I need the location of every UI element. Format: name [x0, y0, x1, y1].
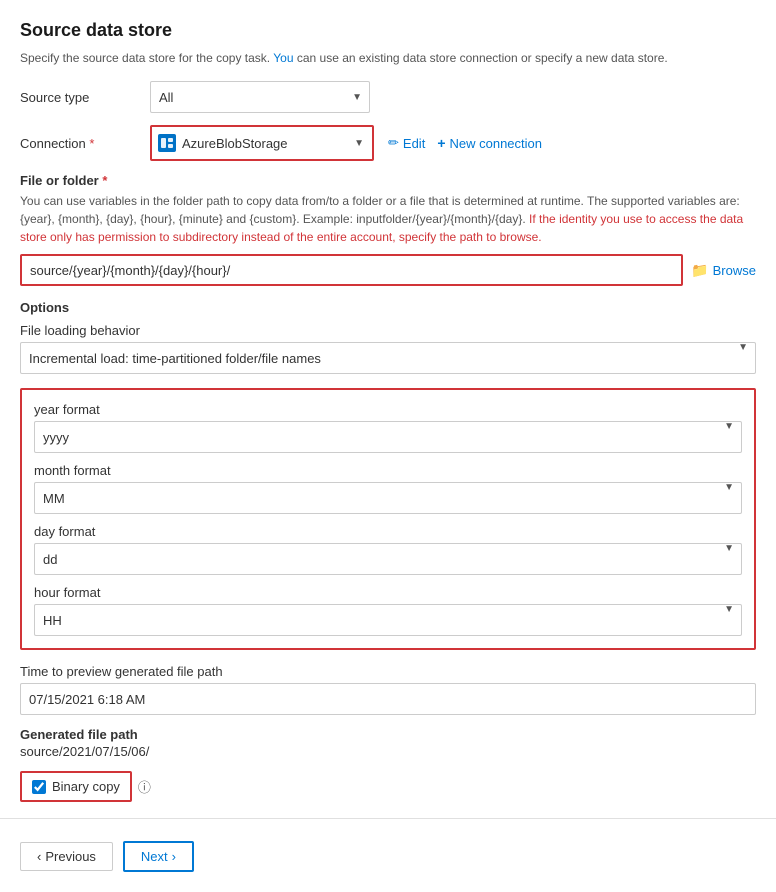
month-format-item: month format MM ▼ [34, 463, 742, 514]
options-label: Options [20, 300, 756, 315]
connection-label: Connection * [20, 136, 150, 151]
info-icon[interactable]: ⓘ [138, 777, 151, 796]
page-title: Source data store [20, 20, 756, 41]
file-folder-description: You can use variables in the folder path… [20, 192, 756, 246]
hour-format-select[interactable]: HH [34, 604, 742, 636]
browse-button[interactable]: 📁 Browse [691, 262, 756, 279]
month-format-select-wrapper: MM ▼ [34, 482, 742, 514]
day-format-select-wrapper: dd ▼ [34, 543, 742, 575]
connection-controls: AzureBlobStorage ▼ ✏ Edit + New connecti… [150, 125, 542, 161]
binary-copy-row: Binary copy ⓘ [20, 771, 756, 802]
format-group: year format yyyy ▼ month format MM ▼ day… [20, 388, 756, 650]
generated-path-section: Generated file path source/2021/07/15/06… [20, 727, 756, 759]
file-loading-select-wrapper: Incremental load: time-partitioned folde… [20, 342, 756, 374]
previous-button[interactable]: ‹ Previous [20, 842, 113, 871]
hour-format-select-wrapper: HH ▼ [34, 604, 742, 636]
connection-select-wrapper: AzureBlobStorage ▼ [150, 125, 374, 161]
folder-icon: 📁 [691, 262, 708, 279]
time-preview-input[interactable] [20, 683, 756, 715]
connection-actions: ✏ Edit + New connection [388, 135, 542, 151]
description-link[interactable]: You [273, 51, 293, 65]
day-format-item: day format dd ▼ [34, 524, 742, 575]
year-format-item: year format yyyy ▼ [34, 402, 742, 453]
time-preview-label: Time to preview generated file path [20, 664, 756, 679]
file-loading-label: File loading behavior [20, 323, 756, 338]
file-loading-select[interactable]: Incremental load: time-partitioned folde… [20, 342, 756, 374]
source-type-select[interactable]: All [150, 81, 370, 113]
edit-pencil-icon: ✏ [388, 135, 399, 151]
hour-format-item: hour format HH ▼ [34, 585, 742, 636]
options-section: Options File loading behavior Incrementa… [20, 300, 756, 374]
generated-path-value: source/2021/07/15/06/ [20, 744, 756, 759]
footer: ‹ Previous Next › [0, 831, 776, 892]
prev-chevron-icon: ‹ [37, 849, 41, 864]
month-format-label: month format [34, 463, 742, 478]
footer-divider [0, 818, 776, 819]
connection-select[interactable]: AzureBlobStorage [152, 127, 372, 159]
binary-copy-checkbox[interactable] [32, 780, 46, 794]
file-path-row: 📁 Browse [20, 254, 756, 286]
file-path-input[interactable] [20, 254, 683, 286]
year-format-select[interactable]: yyyy [34, 421, 742, 453]
file-folder-label: File or folder * [20, 173, 756, 188]
source-type-row: Source type All ▼ [20, 81, 756, 113]
plus-icon: + [437, 135, 445, 151]
source-type-select-wrapper: All ▼ [150, 81, 370, 113]
month-format-select[interactable]: MM [34, 482, 742, 514]
new-connection-button[interactable]: + New connection [437, 135, 542, 151]
next-chevron-icon: › [172, 849, 176, 864]
year-format-label: year format [34, 402, 742, 417]
time-preview-section: Time to preview generated file path [20, 664, 756, 727]
source-type-label: Source type [20, 90, 150, 105]
day-format-label: day format [34, 524, 742, 539]
connection-row: Connection * AzureBlobStorage ▼ ✏ [20, 125, 756, 161]
next-button[interactable]: Next › [123, 841, 194, 872]
year-format-select-wrapper: yyyy ▼ [34, 421, 742, 453]
file-folder-section: File or folder * You can use variables i… [20, 173, 756, 286]
binary-copy-wrapper: Binary copy [20, 771, 132, 802]
page-description: Specify the source data store for the co… [20, 49, 756, 67]
generated-path-label: Generated file path [20, 727, 756, 742]
day-format-select[interactable]: dd [34, 543, 742, 575]
edit-button[interactable]: ✏ Edit [388, 135, 425, 151]
hour-format-label: hour format [34, 585, 742, 600]
binary-copy-label: Binary copy [52, 779, 120, 794]
